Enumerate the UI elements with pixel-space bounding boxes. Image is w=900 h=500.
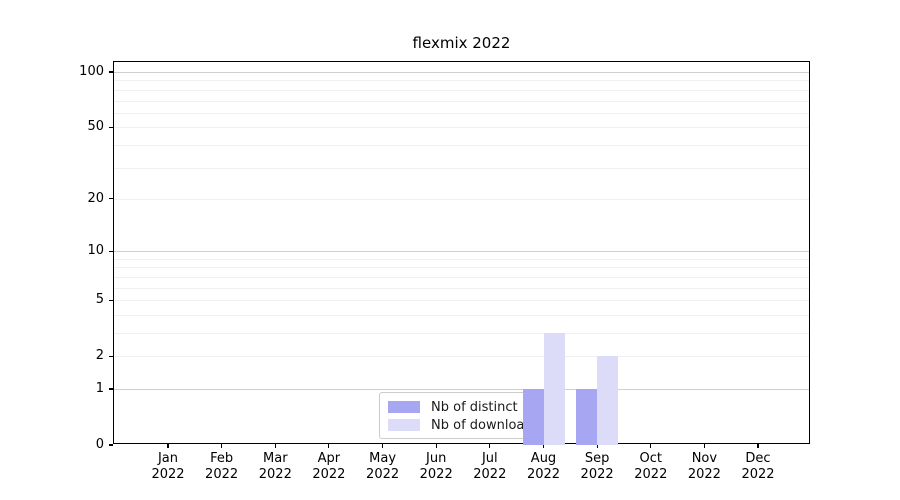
x-tick-label: Dec2022 bbox=[726, 451, 790, 482]
y-axis-tick bbox=[109, 198, 113, 199]
legend-item: Nb of downloads bbox=[388, 416, 537, 434]
x-axis-tick bbox=[275, 444, 276, 448]
y-axis-tick bbox=[109, 71, 113, 72]
bar-downloads-sep bbox=[597, 356, 618, 445]
x-axis-tick bbox=[704, 444, 705, 448]
gridline-minor bbox=[114, 277, 809, 278]
y-tick-label: 100 bbox=[52, 64, 104, 80]
x-axis-tick bbox=[757, 444, 758, 448]
gridline-minor bbox=[114, 356, 809, 357]
gridline-minor bbox=[114, 300, 809, 301]
gridline-minor bbox=[114, 333, 809, 334]
x-axis-tick bbox=[489, 444, 490, 448]
gridline-major bbox=[114, 251, 809, 252]
x-axis-tick bbox=[167, 444, 168, 448]
y-axis-tick bbox=[109, 388, 113, 389]
y-axis-tick bbox=[109, 444, 113, 445]
chart-title: flexmix 2022 bbox=[113, 34, 810, 52]
download-stats-chart: flexmix 2022 Nb of distinct IPsNb of dow… bbox=[0, 0, 900, 500]
y-axis-tick bbox=[109, 251, 113, 252]
x-axis-tick bbox=[328, 444, 329, 448]
y-tick-label: 5 bbox=[52, 292, 104, 308]
gridline-minor bbox=[114, 168, 809, 169]
x-tick-year: 2022 bbox=[726, 467, 790, 483]
y-axis-tick bbox=[109, 300, 113, 301]
gridline-minor bbox=[114, 127, 809, 128]
legend-swatch-icon bbox=[388, 401, 420, 413]
y-tick-label: 50 bbox=[52, 119, 104, 135]
x-axis-tick bbox=[221, 444, 222, 448]
y-tick-label: 2 bbox=[52, 348, 104, 364]
bar-distinct-ips-sep bbox=[576, 389, 597, 445]
x-tick-month: Dec bbox=[726, 451, 790, 467]
gridline-minor bbox=[114, 288, 809, 289]
x-axis-tick bbox=[650, 444, 651, 448]
gridline-minor bbox=[114, 101, 809, 102]
legend-swatch-icon bbox=[388, 419, 420, 431]
y-axis-tick bbox=[109, 127, 113, 128]
gridline-minor bbox=[114, 199, 809, 200]
y-tick-label: 10 bbox=[52, 243, 104, 259]
bar-distinct-ips-aug bbox=[523, 389, 544, 445]
y-tick-label: 1 bbox=[52, 381, 104, 397]
bar-downloads-aug bbox=[544, 333, 565, 445]
gridline-major bbox=[114, 72, 809, 73]
y-tick-label: 20 bbox=[52, 191, 104, 207]
legend: Nb of distinct IPsNb of downloads bbox=[379, 392, 546, 439]
legend-item: Nb of distinct IPs bbox=[388, 398, 537, 416]
x-axis-tick bbox=[382, 444, 383, 448]
gridline-minor bbox=[114, 259, 809, 260]
gridline-minor bbox=[114, 267, 809, 268]
gridline-minor bbox=[114, 80, 809, 81]
gridline-minor bbox=[114, 113, 809, 114]
y-axis-tick bbox=[109, 356, 113, 357]
gridline-major bbox=[114, 389, 809, 390]
gridline-minor bbox=[114, 90, 809, 91]
gridline-minor bbox=[114, 315, 809, 316]
gridline-minor bbox=[114, 145, 809, 146]
y-tick-label: 0 bbox=[52, 437, 104, 453]
x-axis-tick bbox=[436, 444, 437, 448]
plot-area: Nb of distinct IPsNb of downloads 012510… bbox=[113, 61, 810, 444]
